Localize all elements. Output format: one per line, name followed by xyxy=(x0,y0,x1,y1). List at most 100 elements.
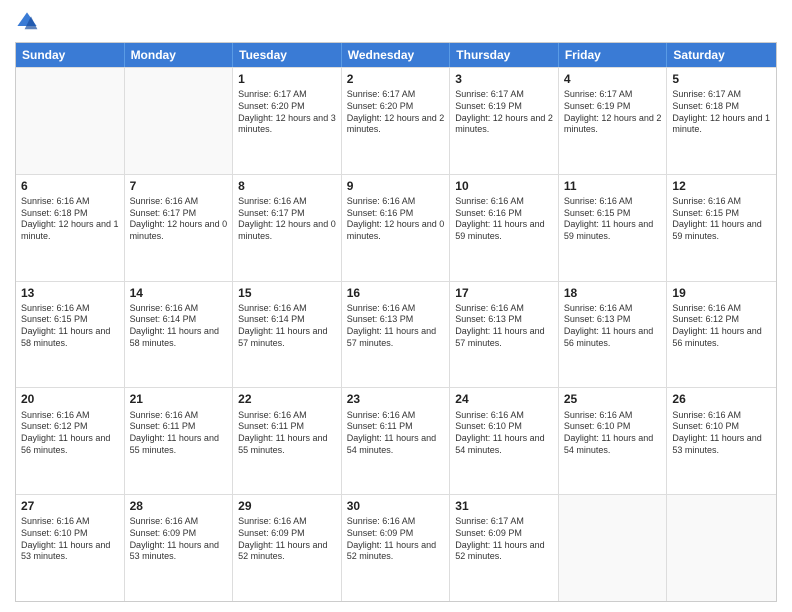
cal-cell: 30 Sunrise: 6:16 AMSunset: 6:09 PMDayligh… xyxy=(342,495,451,601)
cell-info: Sunrise: 6:16 AMSunset: 6:17 PMDaylight:… xyxy=(238,196,336,243)
cal-cell: 25Sunrise: 6:16 AMSunset: 6:10 PMDayligh… xyxy=(559,388,668,494)
day-number: 10 xyxy=(455,178,553,194)
cell-info: Sunrise: 6:17 AMSunset: 6:19 PMDaylight:… xyxy=(564,89,662,136)
day-number: 5 xyxy=(672,71,771,87)
calendar: SundayMondayTuesdayWednesdayThursdayFrid… xyxy=(15,42,777,602)
cell-info: Sunrise: 6:16 AMSunset: 6:11 PMDaylight:… xyxy=(347,410,445,457)
calendar-header: SundayMondayTuesdayWednesdayThursdayFrid… xyxy=(16,43,776,67)
day-number: 3 xyxy=(455,71,553,87)
day-number: 22 xyxy=(238,391,336,407)
page: SundayMondayTuesdayWednesdayThursdayFrid… xyxy=(0,0,792,612)
day-number: 13 xyxy=(21,285,119,301)
cal-cell: 8 Sunrise: 6:16 AMSunset: 6:17 PMDaylight… xyxy=(233,175,342,281)
cal-cell: 4 Sunrise: 6:17 AMSunset: 6:19 PMDaylight… xyxy=(559,68,668,174)
cal-cell: 21 Sunrise: 6:16 AMSunset: 6:11 PMDayligh… xyxy=(125,388,234,494)
cell-info: Sunrise: 6:16 AMSunset: 6:14 PMDaylight:… xyxy=(238,303,336,350)
cal-cell: 29Sunrise: 6:16 AMSunset: 6:09 PMDayligh… xyxy=(233,495,342,601)
day-number: 24 xyxy=(455,391,553,407)
cell-info: Sunrise: 6:17 AMSunset: 6:20 PMDaylight:… xyxy=(347,89,445,136)
header-day-friday: Friday xyxy=(559,43,668,67)
day-number: 8 xyxy=(238,178,336,194)
header-day-monday: Monday xyxy=(125,43,234,67)
cell-info: Sunrise: 6:16 AMSunset: 6:18 PMDaylight:… xyxy=(21,196,119,243)
day-number: 23 xyxy=(347,391,445,407)
cal-cell xyxy=(667,495,776,601)
day-number: 30 xyxy=(347,498,445,514)
cal-cell: 2 Sunrise: 6:17 AMSunset: 6:20 PMDaylight… xyxy=(342,68,451,174)
day-number: 12 xyxy=(672,178,771,194)
header xyxy=(15,10,777,34)
day-number: 7 xyxy=(130,178,228,194)
cal-cell: 6 Sunrise: 6:16 AMSunset: 6:18 PMDaylight… xyxy=(16,175,125,281)
cal-cell: 7 Sunrise: 6:16 AMSunset: 6:17 PMDaylight… xyxy=(125,175,234,281)
day-number: 31 xyxy=(455,498,553,514)
day-number: 1 xyxy=(238,71,336,87)
cal-cell: 26 Sunrise: 6:16 AMSunset: 6:10 PMDayligh… xyxy=(667,388,776,494)
cell-info: Sunrise: 6:16 AMSunset: 6:16 PMDaylight:… xyxy=(347,196,445,243)
cal-cell: 13 Sunrise: 6:16 AMSunset: 6:15 PMDayligh… xyxy=(16,282,125,388)
cal-cell: 28Sunrise: 6:16 AMSunset: 6:09 PMDayligh… xyxy=(125,495,234,601)
cal-cell: 23 Sunrise: 6:16 AMSunset: 6:11 PMDayligh… xyxy=(342,388,451,494)
day-number: 14 xyxy=(130,285,228,301)
cal-cell: 18 Sunrise: 6:16 AMSunset: 6:13 PMDayligh… xyxy=(559,282,668,388)
day-number: 26 xyxy=(672,391,771,407)
cal-cell: 20Sunrise: 6:16 AMSunset: 6:12 PMDayligh… xyxy=(16,388,125,494)
cal-cell: 14 Sunrise: 6:16 AMSunset: 6:14 PMDayligh… xyxy=(125,282,234,388)
week-row-2: 6 Sunrise: 6:16 AMSunset: 6:18 PMDaylight… xyxy=(16,174,776,281)
cell-info: Sunrise: 6:16 AMSunset: 6:17 PMDaylight:… xyxy=(130,196,228,243)
cell-info: Sunrise: 6:17 AMSunset: 6:20 PMDaylight:… xyxy=(238,89,336,136)
cal-cell: 3Sunrise: 6:17 AMSunset: 6:19 PMDaylight… xyxy=(450,68,559,174)
cell-info: Sunrise: 6:16 AMSunset: 6:13 PMDaylight:… xyxy=(455,303,553,350)
cell-info: Sunrise: 6:16 AMSunset: 6:13 PMDaylight:… xyxy=(347,303,445,350)
cell-info: Sunrise: 6:17 AMSunset: 6:09 PMDaylight:… xyxy=(455,516,553,563)
cal-cell: 24Sunrise: 6:16 AMSunset: 6:10 PMDayligh… xyxy=(450,388,559,494)
logo-icon xyxy=(15,10,39,34)
cal-cell: 16 Sunrise: 6:16 AMSunset: 6:13 PMDayligh… xyxy=(342,282,451,388)
cal-cell xyxy=(125,68,234,174)
week-row-3: 13 Sunrise: 6:16 AMSunset: 6:15 PMDayligh… xyxy=(16,281,776,388)
cell-info: Sunrise: 6:16 AMSunset: 6:10 PMDaylight:… xyxy=(21,516,119,563)
cal-cell: 27 Sunrise: 6:16 AMSunset: 6:10 PMDayligh… xyxy=(16,495,125,601)
day-number: 2 xyxy=(347,71,445,87)
cell-info: Sunrise: 6:16 AMSunset: 6:09 PMDaylight:… xyxy=(347,516,445,563)
cell-info: Sunrise: 6:16 AMSunset: 6:14 PMDaylight:… xyxy=(130,303,228,350)
cell-info: Sunrise: 6:16 AMSunset: 6:12 PMDaylight:… xyxy=(672,303,771,350)
day-number: 6 xyxy=(21,178,119,194)
cal-cell: 5Sunrise: 6:17 AMSunset: 6:18 PMDaylight… xyxy=(667,68,776,174)
cell-info: Sunrise: 6:16 AMSunset: 6:11 PMDaylight:… xyxy=(238,410,336,457)
day-number: 16 xyxy=(347,285,445,301)
day-number: 19 xyxy=(672,285,771,301)
cal-cell: 19 Sunrise: 6:16 AMSunset: 6:12 PMDayligh… xyxy=(667,282,776,388)
cal-cell: 15 Sunrise: 6:16 AMSunset: 6:14 PMDayligh… xyxy=(233,282,342,388)
cell-info: Sunrise: 6:16 AMSunset: 6:15 PMDaylight:… xyxy=(672,196,771,243)
week-row-1: 1 Sunrise: 6:17 AMSunset: 6:20 PMDaylight… xyxy=(16,67,776,174)
cell-info: Sunrise: 6:16 AMSunset: 6:10 PMDaylight:… xyxy=(672,410,771,457)
day-number: 15 xyxy=(238,285,336,301)
logo xyxy=(15,10,43,34)
cell-info: Sunrise: 6:16 AMSunset: 6:11 PMDaylight:… xyxy=(130,410,228,457)
cell-info: Sunrise: 6:16 AMSunset: 6:13 PMDaylight:… xyxy=(564,303,662,350)
day-number: 11 xyxy=(564,178,662,194)
cal-cell: 22 Sunrise: 6:16 AMSunset: 6:11 PMDayligh… xyxy=(233,388,342,494)
cal-cell: 31 Sunrise: 6:17 AMSunset: 6:09 PMDayligh… xyxy=(450,495,559,601)
calendar-body: 1 Sunrise: 6:17 AMSunset: 6:20 PMDaylight… xyxy=(16,67,776,601)
day-number: 27 xyxy=(21,498,119,514)
day-number: 21 xyxy=(130,391,228,407)
cal-cell xyxy=(16,68,125,174)
day-number: 17 xyxy=(455,285,553,301)
cal-cell: 11Sunrise: 6:16 AMSunset: 6:15 PMDayligh… xyxy=(559,175,668,281)
week-row-4: 20Sunrise: 6:16 AMSunset: 6:12 PMDayligh… xyxy=(16,387,776,494)
day-number: 4 xyxy=(564,71,662,87)
header-day-wednesday: Wednesday xyxy=(342,43,451,67)
cal-cell xyxy=(559,495,668,601)
cal-cell: 17 Sunrise: 6:16 AMSunset: 6:13 PMDayligh… xyxy=(450,282,559,388)
day-number: 25 xyxy=(564,391,662,407)
cell-info: Sunrise: 6:16 AMSunset: 6:15 PMDaylight:… xyxy=(21,303,119,350)
cal-cell: 9Sunrise: 6:16 AMSunset: 6:16 PMDaylight… xyxy=(342,175,451,281)
cal-cell: 12 Sunrise: 6:16 AMSunset: 6:15 PMDayligh… xyxy=(667,175,776,281)
header-day-saturday: Saturday xyxy=(667,43,776,67)
week-row-5: 27 Sunrise: 6:16 AMSunset: 6:10 PMDayligh… xyxy=(16,494,776,601)
cell-info: Sunrise: 6:16 AMSunset: 6:12 PMDaylight:… xyxy=(21,410,119,457)
day-number: 18 xyxy=(564,285,662,301)
day-number: 29 xyxy=(238,498,336,514)
